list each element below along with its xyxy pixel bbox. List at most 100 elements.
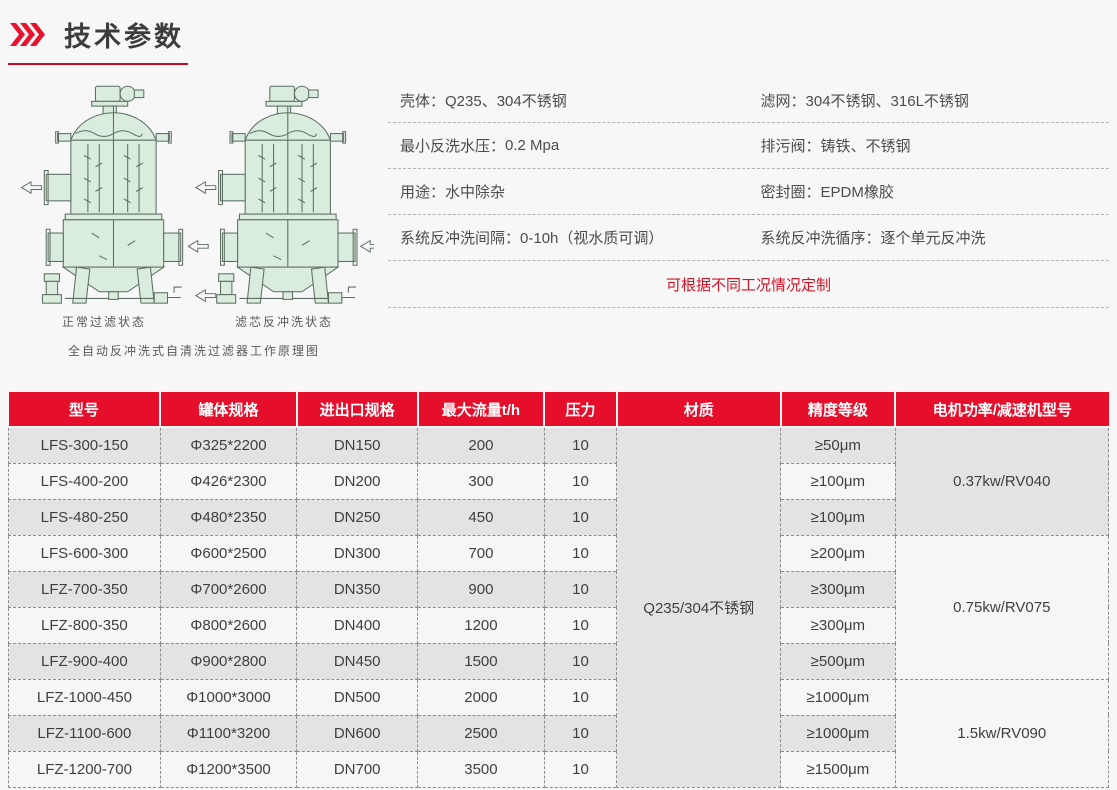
spec-item: 排污阀：铸铁、不锈钢	[749, 135, 1110, 156]
table-row: LFZ-1000-450Φ1000*3000DN500200010 ≥1000μm…	[9, 679, 1109, 715]
flow-arrow-in-left-vessel	[188, 241, 208, 252]
diagram-caption-left: 正常过滤状态	[14, 313, 194, 330]
cell-motor-power: 0.37kw/RV040	[895, 427, 1108, 535]
cell-motor-power: 0.75kw/RV075	[895, 535, 1108, 679]
customization-note: 可根据不同工况情况定制	[388, 261, 1109, 308]
cell-max-flow: 1500	[418, 643, 545, 679]
column-header: 压力	[544, 392, 617, 427]
cell-pressure: 10	[544, 571, 617, 607]
cell-pressure: 10	[544, 679, 617, 715]
vessel-backwash	[217, 86, 357, 303]
cell-port-spec: DN350	[297, 571, 418, 607]
cell-max-flow: 700	[418, 535, 545, 571]
cell-precision: ≥1500μm	[781, 751, 895, 787]
cell-port-spec: DN700	[297, 751, 418, 787]
cell-precision: ≥300μm	[781, 571, 895, 607]
filter-diagram-drawing	[14, 79, 374, 317]
cell-pressure: 10	[544, 535, 617, 571]
spec-value: Q235、304不锈钢	[445, 90, 567, 111]
cell-model: LFZ-900-400	[9, 643, 161, 679]
spec-label: 壳体：	[400, 90, 445, 111]
cell-tank-spec: Φ426*2300	[160, 463, 296, 499]
table-header-row: 型号罐体规格进出口规格最大流量t/h压力材质精度等级电机功率/减速机型号	[9, 392, 1109, 427]
cell-tank-spec: Φ1000*3000	[160, 679, 296, 715]
cell-port-spec: DN300	[297, 535, 418, 571]
column-header: 进出口规格	[297, 392, 418, 427]
diagram-caption-right: 滤芯反冲洗状态	[194, 313, 374, 330]
cell-pressure: 10	[544, 715, 617, 751]
cell-precision: ≥500μm	[781, 643, 895, 679]
spec-list: 壳体：Q235、304不锈钢滤网：304不锈钢、316L不锈钢最小反洗水压：0.…	[388, 79, 1109, 359]
cell-model: LFS-600-300	[9, 535, 161, 571]
cell-max-flow: 1200	[418, 607, 545, 643]
cell-max-flow: 300	[418, 463, 545, 499]
column-header: 电机功率/减速机型号	[895, 392, 1108, 427]
cell-model: LFS-300-150	[9, 427, 161, 463]
cell-pressure: 10	[544, 499, 617, 535]
cell-motor-power: 1.5kw/RV090	[895, 679, 1108, 787]
table-row: LFS-300-150Φ325*2200DN15020010Q235/304不锈…	[9, 427, 1109, 463]
cell-precision: ≥100μm	[781, 499, 895, 535]
cell-port-spec: DN200	[297, 463, 418, 499]
cell-tank-spec: Φ600*2500	[160, 535, 296, 571]
spec-value: 水中除杂	[445, 181, 505, 202]
cell-model: LFS-400-200	[9, 463, 161, 499]
cell-tank-spec: Φ1200*3500	[160, 751, 296, 787]
cell-model: LFZ-700-350	[9, 571, 161, 607]
spec-value: 铸铁、不锈钢	[821, 135, 911, 156]
column-header: 最大流量t/h	[418, 392, 545, 427]
flow-arrow-out-left-vessel	[22, 182, 42, 193]
column-header: 型号	[9, 392, 161, 427]
spec-item: 用途：水中除杂	[388, 181, 749, 202]
spec-row: 系统反冲洗间隔：0-10h（视水质可调） 系统反冲洗循序：逐个单元反冲洗	[388, 215, 1109, 261]
cell-port-spec: DN150	[297, 427, 418, 463]
cell-tank-spec: Φ1100*3200	[160, 715, 296, 751]
column-header: 精度等级	[781, 392, 895, 427]
cell-max-flow: 2500	[418, 715, 545, 751]
column-header: 罐体规格	[160, 392, 296, 427]
cell-precision: ≥100μm	[781, 463, 895, 499]
spec-item: 壳体：Q235、304不锈钢	[388, 90, 749, 111]
cell-max-flow: 450	[418, 499, 545, 535]
cell-pressure: 10	[544, 607, 617, 643]
spec-label: 系统反冲洗循序：	[761, 227, 881, 248]
cell-pressure: 10	[544, 751, 617, 787]
cell-port-spec: DN400	[297, 607, 418, 643]
spec-row: 壳体：Q235、304不锈钢滤网：304不锈钢、316L不锈钢	[388, 79, 1109, 123]
flow-arrow-in-right-vessel	[361, 241, 374, 252]
cell-max-flow: 2000	[418, 679, 545, 715]
parameters-table: 型号罐体规格进出口规格最大流量t/h压力材质精度等级电机功率/减速机型号 LFS…	[8, 392, 1109, 788]
cell-precision: ≥1000μm	[781, 679, 895, 715]
cell-precision: ≥200μm	[781, 535, 895, 571]
spec-item: 密封圈：EPDM橡胶	[749, 181, 1110, 202]
title-underline	[8, 63, 188, 65]
cell-port-spec: DN500	[297, 679, 418, 715]
table-row: LFS-600-300Φ600*2500DN30070010≥200μm0.75…	[9, 535, 1109, 571]
cell-material: Q235/304不锈钢	[617, 427, 781, 787]
spec-item: 系统反冲洗循序：逐个单元反冲洗	[749, 227, 1110, 248]
cell-model: LFZ-800-350	[9, 607, 161, 643]
spec-value: 0-10h（视水质可调）	[520, 227, 663, 248]
cell-max-flow: 3500	[418, 751, 545, 787]
page-title: 技术参数	[64, 15, 184, 54]
spec-label: 用途：	[400, 181, 445, 202]
spec-item: 滤网：304不锈钢、316L不锈钢	[749, 90, 1110, 111]
cell-port-spec: DN250	[297, 499, 418, 535]
cell-port-spec: DN450	[297, 643, 418, 679]
spec-row: 最小反洗水压：0.2 Mpa排污阀：铸铁、不锈钢	[388, 123, 1109, 169]
cell-model: LFZ-1100-600	[9, 715, 161, 751]
cell-model: LFZ-1200-700	[9, 751, 161, 787]
cell-tank-spec: Φ480*2350	[160, 499, 296, 535]
spec-label: 排污阀：	[761, 135, 821, 156]
cell-precision: ≥1000μm	[781, 715, 895, 751]
diagram-caption-main: 全自动反冲洗式自清洗过滤器工作原理图	[14, 342, 374, 359]
spec-label: 系统反冲洗间隔：	[400, 227, 520, 248]
cell-precision: ≥300μm	[781, 607, 895, 643]
cell-tank-spec: Φ700*2600	[160, 571, 296, 607]
cell-model: LFZ-1000-450	[9, 679, 161, 715]
spec-value: 0.2 Mpa	[505, 137, 559, 154]
cell-pressure: 10	[544, 427, 617, 463]
page: 技术参数	[0, 0, 1117, 790]
cell-tank-spec: Φ800*2600	[160, 607, 296, 643]
cell-tank-spec: Φ325*2200	[160, 427, 296, 463]
